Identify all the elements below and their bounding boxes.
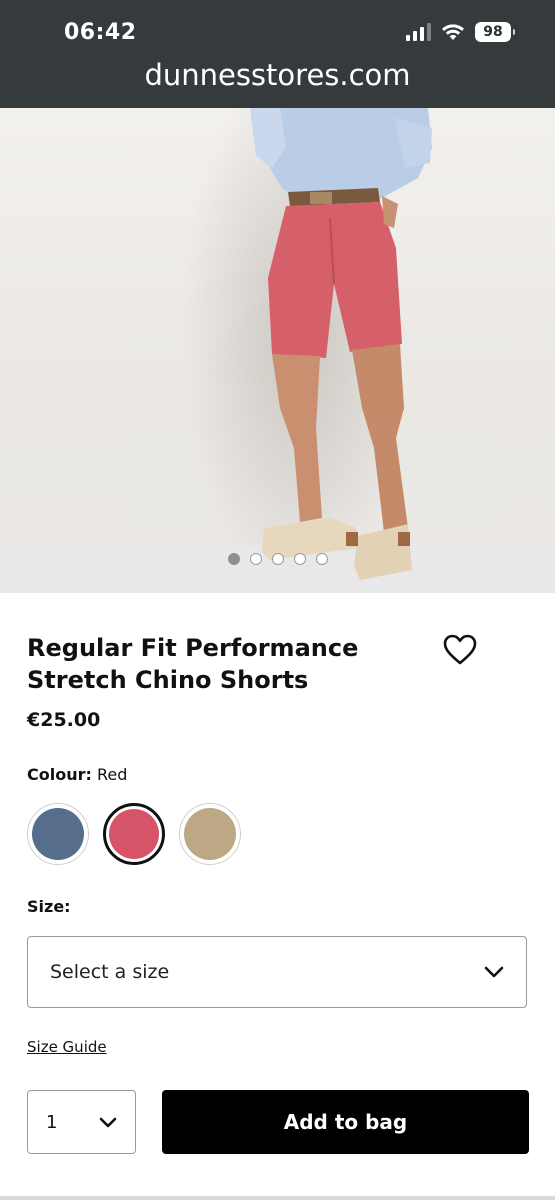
- cellular-signal-icon: [406, 23, 431, 41]
- carousel-indicators: [0, 553, 555, 565]
- carousel-dot[interactable]: [227, 553, 240, 565]
- swatch-beige-fill: [184, 808, 236, 860]
- wifi-icon: [442, 24, 464, 40]
- swatch-blue-fill: [32, 808, 84, 860]
- chevron-down-icon: [484, 966, 504, 978]
- carousel-dot[interactable]: [271, 553, 284, 565]
- product-image-carousel[interactable]: [0, 108, 555, 593]
- product-title: Regular Fit Performance Stretch Chino Sh…: [27, 634, 359, 694]
- swatch-beige[interactable]: [179, 803, 241, 865]
- carousel-dot[interactable]: [249, 553, 262, 565]
- colour-label: Colour:: [27, 765, 92, 784]
- heart-icon[interactable]: [443, 634, 477, 666]
- quantity-value: 1: [46, 1111, 58, 1133]
- swatch-red[interactable]: [103, 803, 165, 865]
- product-image: [250, 108, 432, 580]
- colour-selection: Colour: Red: [27, 765, 127, 784]
- carousel-dot[interactable]: [315, 553, 328, 565]
- size-guide-link[interactable]: Size Guide: [27, 1038, 107, 1056]
- size-select-placeholder: Select a size: [50, 961, 170, 983]
- status-time: 06:42: [64, 20, 137, 45]
- swatch-red-fill: [109, 809, 159, 859]
- size-label: Size:: [27, 897, 71, 916]
- swatch-blue[interactable]: [27, 803, 89, 865]
- size-select[interactable]: Select a size: [27, 936, 527, 1008]
- add-to-bag-button[interactable]: Add to bag: [162, 1090, 529, 1154]
- browser-top-bar: 06:42 98 dunnesstores.com: [0, 0, 555, 108]
- battery-icon: 98: [475, 22, 515, 42]
- chevron-down-icon: [99, 1117, 117, 1127]
- product-price: €25.00: [27, 709, 101, 731]
- quantity-select[interactable]: 1: [27, 1090, 136, 1154]
- bottom-divider: [0, 1196, 555, 1200]
- colour-swatches: [27, 803, 241, 865]
- colour-value: Red: [96, 765, 128, 784]
- carousel-dot[interactable]: [293, 553, 306, 565]
- status-icons: 98: [406, 22, 515, 42]
- url-bar[interactable]: dunnesstores.com: [0, 58, 555, 92]
